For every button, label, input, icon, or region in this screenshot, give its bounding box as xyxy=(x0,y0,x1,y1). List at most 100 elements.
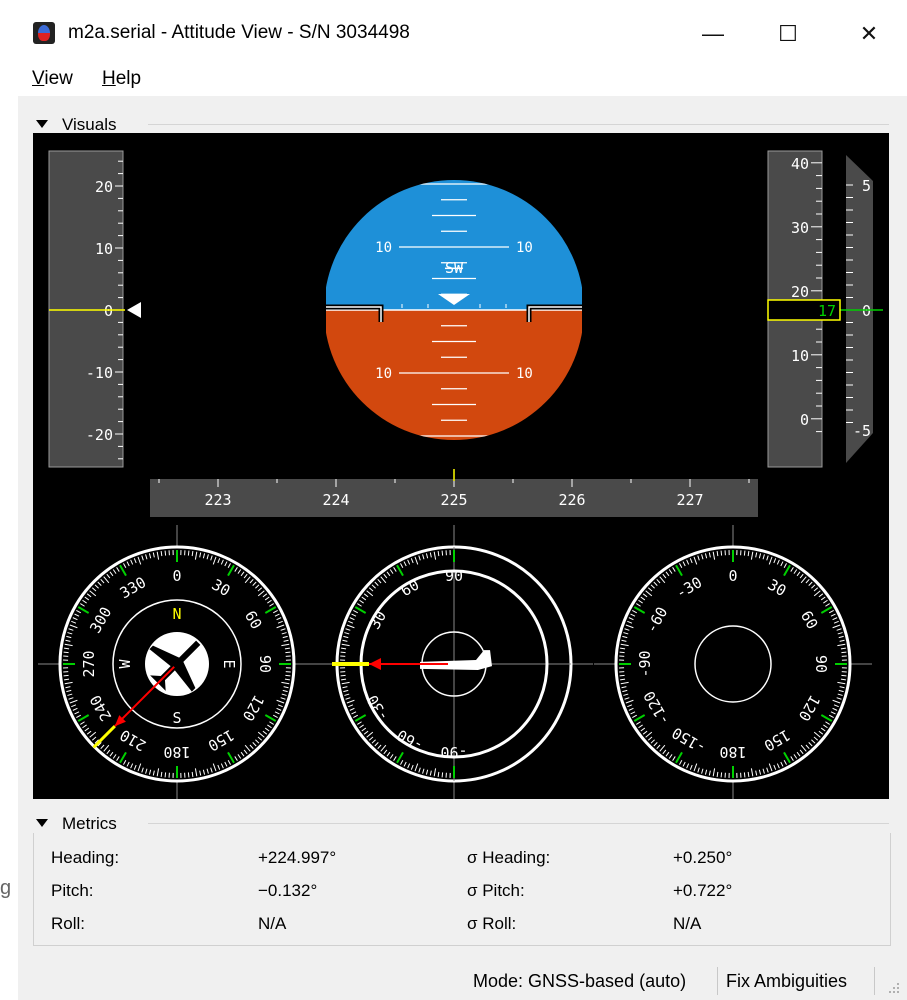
metrics-divider xyxy=(148,823,889,824)
visuals-divider xyxy=(148,124,889,125)
pitch-ladder-label: 20 xyxy=(516,177,533,193)
dial-label: 0 xyxy=(728,567,737,585)
dial-tick xyxy=(840,647,846,650)
pitch-ladder-label: 20 xyxy=(516,429,533,445)
compass-north-label: N xyxy=(172,605,181,623)
pitch-scale-label: 10 xyxy=(95,240,113,258)
sigma-roll-label: σ Roll: xyxy=(467,914,517,933)
dial-tick xyxy=(284,647,290,650)
dial-tick xyxy=(191,551,194,557)
maximize-button[interactable]: ☐ xyxy=(765,14,811,54)
dial-tick xyxy=(341,647,347,650)
heading-tape-label: 224 xyxy=(322,491,349,509)
dial-label: 90 xyxy=(256,655,274,673)
heading-tape-label: 226 xyxy=(558,491,585,509)
vsi-label: 0 xyxy=(862,302,871,320)
sigma-roll-value: N/A xyxy=(673,914,702,933)
sigma-heading-label: σ Heading: xyxy=(467,848,551,867)
minimize-button[interactable]: — xyxy=(690,14,736,54)
dial-tick xyxy=(437,771,440,777)
pitch-ladder-label: 20 xyxy=(375,177,392,193)
dial-label: 180 xyxy=(719,743,746,761)
dial-label: -90 xyxy=(636,650,654,677)
dial-tick xyxy=(160,771,163,777)
roll-value: N/A xyxy=(258,914,287,933)
dial-tick xyxy=(840,678,846,681)
pitch-pointer-icon xyxy=(127,302,141,318)
dial-tick xyxy=(716,551,719,557)
pitch-scale-label: 20 xyxy=(95,178,113,196)
collapse-triangle-icon[interactable] xyxy=(36,818,48,827)
dial-tick xyxy=(191,771,194,777)
status-mode: Mode: GNSS-based (auto) xyxy=(473,971,687,991)
vsi-label: -5 xyxy=(853,422,871,440)
pitch-value: −0.132° xyxy=(258,881,318,900)
sigma-heading-value: +0.250° xyxy=(673,848,733,867)
visuals-panel: 20 10 0 -10 -20 20 20 10 10 10 10 20 20 SW 40 30 20 10 0… xyxy=(33,133,889,799)
dial-tick xyxy=(64,678,70,681)
vsi-label: 5 xyxy=(862,177,871,195)
metrics-header[interactable]: Metrics xyxy=(36,813,117,835)
dial-label: 270 xyxy=(80,650,98,677)
dial-tick xyxy=(164,772,167,778)
dial-tick xyxy=(441,772,444,778)
dial-tick xyxy=(620,647,626,650)
attitude-visuals: 20100-10-20 20 2010 1010 1020 20SW 403020100… xyxy=(38,150,883,799)
dial-label: 0 xyxy=(172,567,181,585)
altitude-label: 20 xyxy=(791,283,809,301)
sky xyxy=(326,180,582,310)
dial-tick xyxy=(720,772,723,778)
altitude-readout: 17 xyxy=(818,302,836,320)
sigma-pitch-value: +0.722° xyxy=(673,881,733,900)
dial-tick xyxy=(841,651,847,654)
heading-value: +224.997° xyxy=(258,848,337,867)
dial-label: 90 xyxy=(812,655,830,673)
collapse-triangle-icon[interactable] xyxy=(36,119,48,128)
dial-tick xyxy=(743,772,746,778)
dial-tick xyxy=(437,551,440,557)
menu-view[interactable]: View xyxy=(32,66,73,92)
dial-tick xyxy=(441,550,444,556)
pitch-ladder-label: 10 xyxy=(375,366,392,382)
sigma-pitch-label: σ Pitch: xyxy=(467,881,525,900)
heading-tape-label: 227 xyxy=(676,491,703,509)
pitch-label: Pitch: xyxy=(51,881,94,900)
dial-label: 180 xyxy=(163,743,190,761)
roll-label: Roll: xyxy=(51,914,86,933)
altitude-label: 10 xyxy=(791,347,809,365)
window-title: m2a.serial - Attitude View - S/N 3034498 xyxy=(68,22,410,43)
horizon-display: 20 20 10 10 10 10 20 20 SW xyxy=(326,177,582,445)
dial-tick xyxy=(720,550,723,556)
heading-label: Heading: xyxy=(51,848,120,867)
pitch-ladder-label: 10 xyxy=(375,240,392,256)
heading-tape-label: 225 xyxy=(440,491,467,509)
dial-tick xyxy=(340,651,346,654)
compass-east-label: E xyxy=(220,659,238,668)
dial-tick xyxy=(164,550,167,556)
dial-tick xyxy=(747,551,750,557)
altitude-label: 0 xyxy=(800,411,809,429)
close-button[interactable]: ✕ xyxy=(846,14,892,54)
pitch-ladder-label: 10 xyxy=(516,366,533,382)
dial-tick xyxy=(187,772,190,778)
menu-help[interactable]: Help xyxy=(102,66,141,92)
fix-ambiguities-button[interactable]: Fix Ambiguities xyxy=(726,968,847,994)
status-separator xyxy=(717,967,718,995)
pitch-ladder-label: 10 xyxy=(516,240,533,256)
altitude-label: 40 xyxy=(791,155,809,173)
dial-tick xyxy=(341,678,347,681)
resize-grip-icon[interactable] xyxy=(889,983,901,995)
compass-south-label: S xyxy=(172,709,181,727)
dial-tick xyxy=(160,551,163,557)
stray-text: g xyxy=(0,877,12,899)
metrics-panel xyxy=(33,833,891,946)
dial-tick xyxy=(64,647,70,650)
dial-tick xyxy=(285,674,291,677)
dial-tick xyxy=(747,771,750,777)
app-icon[interactable] xyxy=(33,22,55,44)
status-separator xyxy=(874,967,875,995)
dial-tick xyxy=(743,550,746,556)
ground xyxy=(326,310,582,440)
dial-tick xyxy=(284,678,290,681)
heading-tape-label: 223 xyxy=(204,491,231,509)
